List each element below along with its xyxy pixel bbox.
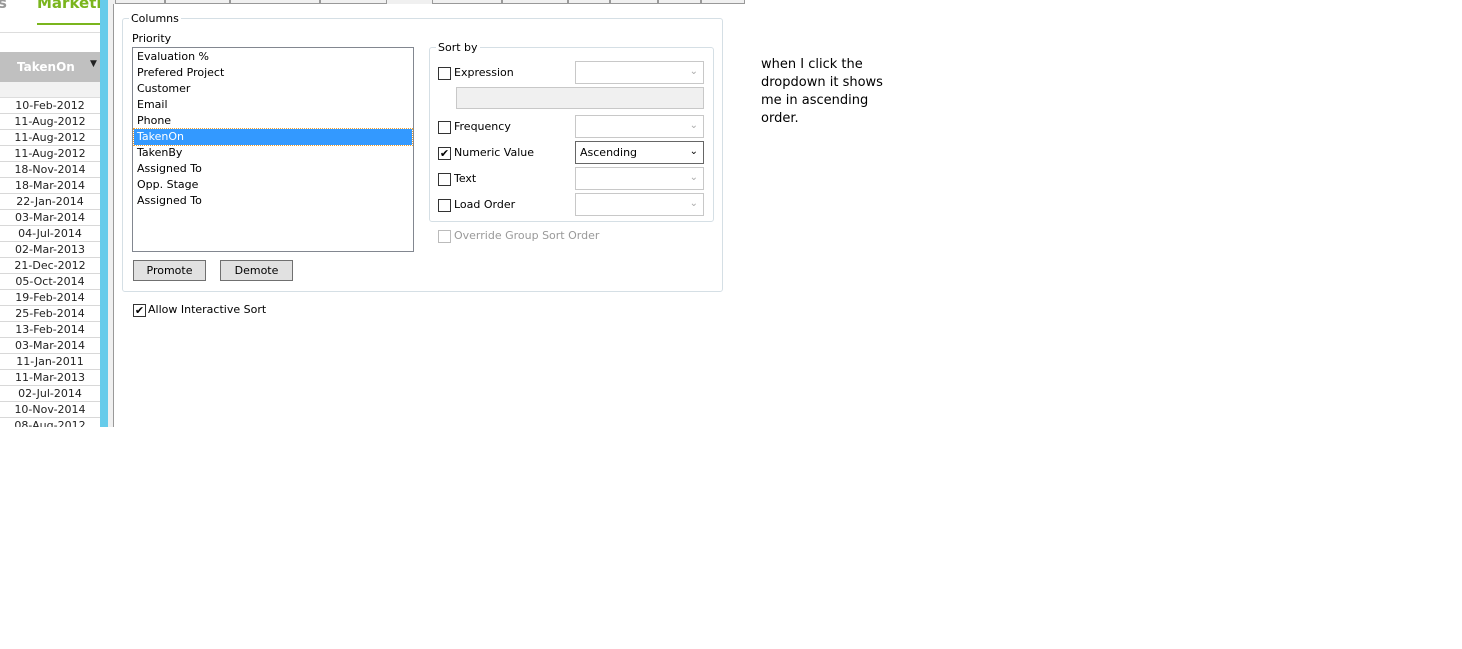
tab[interactable] (658, 0, 701, 4)
text-checkbox[interactable] (438, 173, 451, 186)
active-tab-underline (37, 23, 100, 25)
override-group-sort-label: Override Group Sort Order (454, 229, 600, 242)
date-cell[interactable]: 22-Jan-2014 (0, 194, 100, 210)
date-cell[interactable]: 03-Mar-2014 (0, 338, 100, 354)
load-order-checkbox[interactable] (438, 199, 451, 212)
tab[interactable] (432, 0, 502, 4)
date-cell[interactable]: 21-Dec-2012 (0, 258, 100, 274)
priority-label: Priority (132, 32, 172, 45)
numeric-value-checkbox[interactable]: ✔ (438, 147, 451, 160)
date-cell[interactable]: 11-Mar-2013 (0, 370, 100, 386)
tab[interactable] (568, 0, 610, 4)
date-cell[interactable]: 25-Feb-2014 (0, 306, 100, 322)
date-cell[interactable]: 13-Feb-2014 (0, 322, 100, 338)
chevron-down-icon: ⌄ (689, 120, 698, 131)
chevron-down-icon: ⌄ (689, 198, 698, 209)
numeric-value-label: Numeric Value (454, 146, 535, 159)
priority-item[interactable]: Customer (134, 81, 412, 97)
date-cell[interactable]: 18-Nov-2014 (0, 162, 100, 178)
expression-label: Expression (454, 66, 514, 79)
date-cell[interactable]: 08-Aug-2012 (0, 418, 100, 427)
spreadsheet-panel: s Marketi TakenOn ▼ 10-Feb-2012 11-Aug-20… (0, 0, 100, 427)
priority-item[interactable]: TakenOn (133, 128, 413, 146)
text-order-dropdown[interactable]: ⌄ (575, 167, 704, 190)
promote-button[interactable]: Promote (133, 260, 206, 281)
priority-item[interactable]: Assigned To (134, 161, 412, 177)
date-cell[interactable]: 18-Mar-2014 (0, 178, 100, 194)
tab[interactable] (610, 0, 658, 4)
date-cell[interactable]: 03-Mar-2014 (0, 210, 100, 226)
priority-item[interactable]: Evaluation % (134, 49, 412, 65)
tab[interactable] (230, 0, 320, 4)
date-cell[interactable]: 10-Feb-2012 (0, 98, 100, 114)
priority-item[interactable]: Assigned To (134, 193, 412, 209)
chevron-down-icon: ⌄ (689, 66, 698, 77)
window-border (100, 0, 108, 427)
tab[interactable] (165, 0, 230, 4)
annotation-note: when I click the dropdown it shows me in… (761, 57, 883, 126)
column-header-takenon[interactable]: TakenOn ▼ (0, 52, 100, 82)
priority-listbox[interactable]: Evaluation % Prefered Project Customer Emai… (132, 47, 414, 252)
date-cell[interactable]: 02-Jul-2014 (0, 386, 100, 402)
load-order-label: Load Order (454, 198, 516, 211)
chevron-down-icon: ⌄ (689, 172, 698, 183)
text-label: Text (454, 172, 477, 185)
numeric-value-order-dropdown[interactable]: Ascending ⌄ (575, 141, 704, 164)
load-order-order-dropdown[interactable]: ⌄ (575, 193, 704, 216)
priority-item[interactable]: TakenBy (134, 145, 412, 161)
date-cell[interactable]: 11-Aug-2012 (0, 130, 100, 146)
expression-checkbox[interactable] (438, 67, 451, 80)
date-cell[interactable]: 11-Jan-2011 (0, 354, 100, 370)
tab[interactable] (502, 0, 568, 4)
priority-item[interactable]: Prefered Project (134, 65, 412, 81)
sheet-tab-marketing[interactable]: Marketi (37, 0, 100, 12)
dropdown-arrow-icon[interactable]: ▼ (90, 59, 97, 69)
blank-row (0, 82, 100, 98)
divider (0, 32, 100, 33)
override-group-sort-checkbox[interactable] (438, 230, 451, 243)
date-cell[interactable]: 02-Mar-2013 (0, 242, 100, 258)
date-cell[interactable]: 04-Jul-2014 (0, 226, 100, 242)
expression-order-dropdown[interactable]: ⌄ (575, 61, 704, 84)
date-cell[interactable]: 10-Nov-2014 (0, 402, 100, 418)
frequency-order-dropdown[interactable]: ⌄ (575, 115, 704, 138)
tab[interactable] (320, 0, 387, 4)
allow-interactive-sort-label: Allow Interactive Sort (148, 303, 267, 316)
frequency-checkbox[interactable] (438, 121, 451, 134)
priority-item[interactable]: Phone (134, 113, 412, 129)
allow-interactive-sort-checkbox[interactable]: ✔ (133, 304, 146, 317)
tab[interactable] (115, 0, 165, 4)
date-cell[interactable]: 05-Oct-2014 (0, 274, 100, 290)
date-cell[interactable]: 11-Aug-2012 (0, 146, 100, 162)
chevron-down-icon: ⌄ (689, 146, 698, 157)
date-cell[interactable]: 11-Aug-2012 (0, 114, 100, 130)
dropdown-value: Ascending (580, 146, 638, 159)
expression-input[interactable] (456, 87, 704, 109)
priority-item[interactable]: Email (134, 97, 412, 113)
tab[interactable] (701, 0, 745, 4)
sheet-tab[interactable]: s (0, 0, 7, 12)
priority-item[interactable]: Opp. Stage (134, 177, 412, 193)
date-cell[interactable]: 19-Feb-2014 (0, 290, 100, 306)
demote-button[interactable]: Demote (220, 260, 293, 281)
frequency-label: Frequency (454, 120, 511, 133)
